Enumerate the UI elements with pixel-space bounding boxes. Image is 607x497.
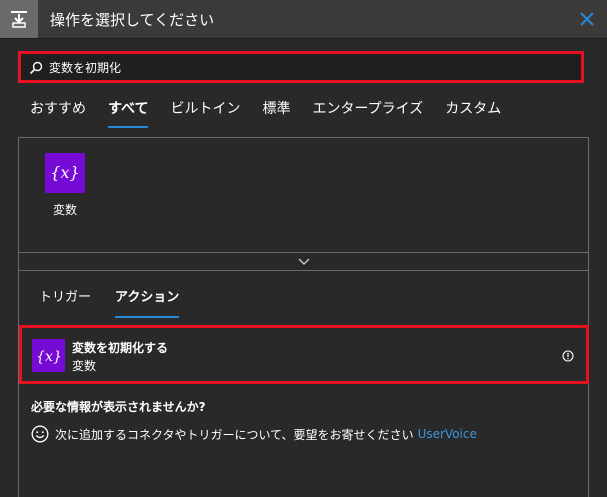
divider bbox=[19, 252, 588, 253]
tab-recommended[interactable]: おすすめ bbox=[30, 98, 86, 128]
missing-info-heading: 必要な情報が表示されませんか? bbox=[31, 400, 206, 414]
tab-custom[interactable]: カスタム bbox=[445, 98, 501, 128]
action-item-initialize-variable[interactable]: {x} 変数を初期化する 変数 bbox=[19, 325, 589, 384]
info-icon[interactable] bbox=[562, 350, 574, 362]
tab-standard[interactable]: 標準 bbox=[262, 98, 290, 128]
dialog-header: 操作を選択してください bbox=[0, 0, 607, 39]
tab-triggers[interactable]: トリガー bbox=[39, 288, 91, 318]
close-button[interactable] bbox=[577, 9, 597, 29]
dialog-title: 操作を選択してください bbox=[50, 11, 215, 29]
close-icon bbox=[580, 12, 594, 26]
variable-icon: {x} bbox=[32, 339, 65, 372]
tab-all[interactable]: すべて bbox=[108, 98, 149, 128]
feedback-row: 次に追加するコネクタやトリガーについて、要望をお寄せください UserVoice bbox=[31, 424, 477, 444]
uservoice-link[interactable]: UserVoice bbox=[418, 427, 477, 441]
search-input[interactable] bbox=[49, 54, 569, 80]
step-insert-icon bbox=[0, 0, 38, 38]
choose-operation-dialog: 操作を選択してください おすすめ すべて ビルトイン 標準 エンタープライズ カ… bbox=[0, 0, 607, 497]
variable-icon-glyph: {x} bbox=[50, 163, 79, 182]
tab-builtin[interactable]: ビルトイン bbox=[170, 98, 240, 128]
chevron-down-icon[interactable] bbox=[297, 256, 311, 266]
variable-icon: {x} bbox=[45, 153, 85, 193]
search-box bbox=[18, 51, 584, 83]
tab-actions[interactable]: アクション bbox=[115, 288, 180, 318]
tab-enterprise[interactable]: エンタープライズ bbox=[312, 98, 423, 128]
search-icon bbox=[29, 61, 43, 75]
smiley-icon bbox=[31, 425, 49, 443]
category-tabs: おすすめ すべて ビルトイン 標準 エンタープライズ カスタム bbox=[30, 98, 501, 130]
action-connector-name: 変数 bbox=[72, 359, 97, 373]
connector-variable[interactable]: {x} 変数 bbox=[41, 153, 89, 218]
action-title: 変数を初期化する bbox=[72, 341, 169, 355]
connector-label: 変数 bbox=[52, 203, 77, 217]
feedback-text: 次に追加するコネクタやトリガーについて、要望をお寄せください bbox=[55, 427, 414, 442]
result-type-tabs: トリガー アクション bbox=[39, 288, 180, 318]
variable-icon-glyph: {x} bbox=[36, 349, 62, 365]
divider bbox=[19, 270, 588, 271]
